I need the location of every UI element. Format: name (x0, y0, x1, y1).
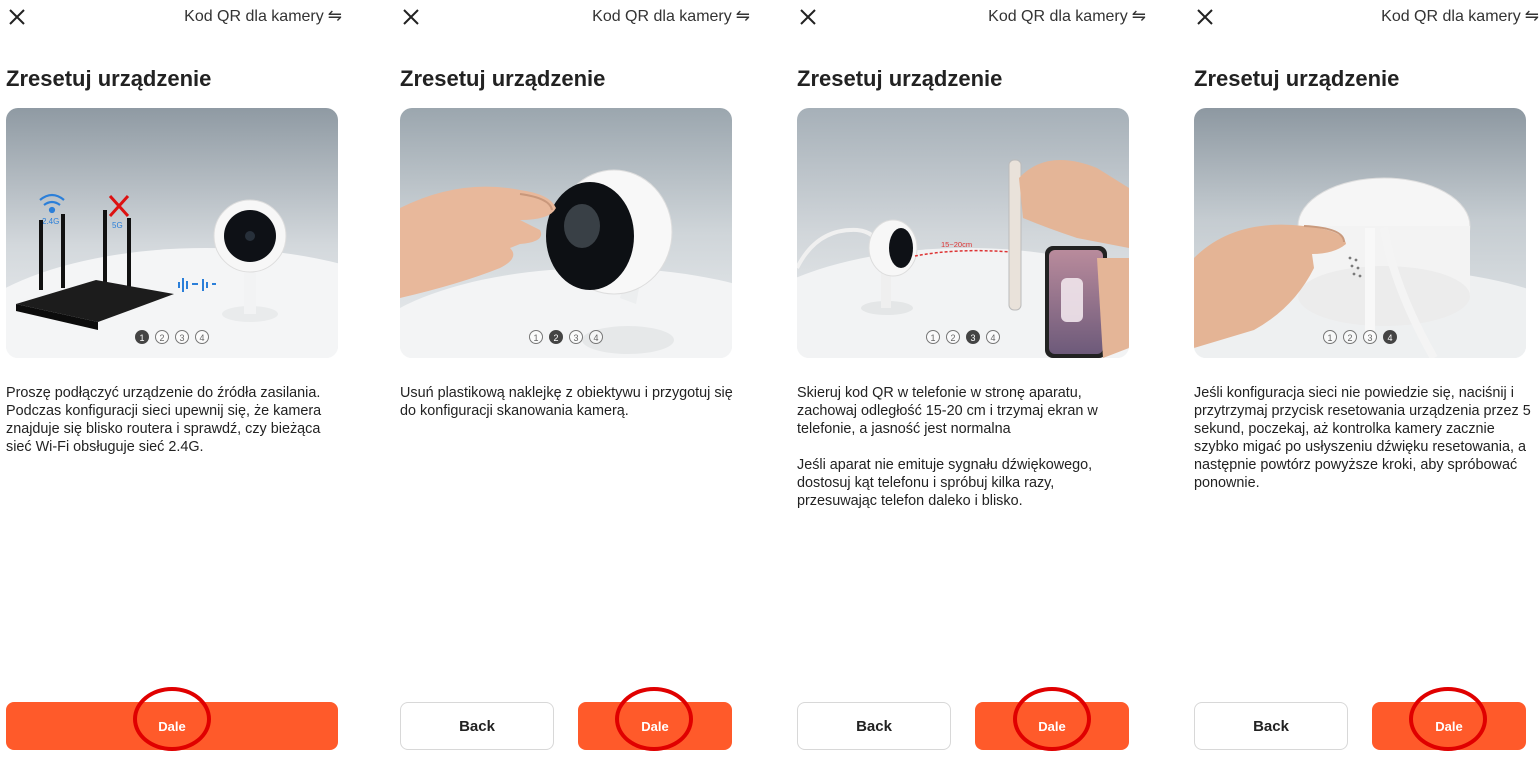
step-illustration-reset-button: 1234 (1194, 108, 1526, 358)
close-icon[interactable] (1194, 6, 1216, 28)
step-dot-1: 1 (529, 330, 543, 344)
swap-arrows-icon: ⇋ (327, 6, 342, 25)
instruction-panel-2: Kod QR dla kamery ⇋ Zresetuj urządzenie 1… (394, 0, 750, 760)
top-bar: Kod QR dla kamery ⇋ (394, 0, 750, 34)
step-dot-2: 2 (155, 330, 169, 344)
step-dot-4: 4 (986, 330, 1000, 344)
page-title: Zresetuj urządzenie (797, 66, 1003, 91)
qr-code-link-label[interactable]: Kod QR dla kamery (592, 8, 732, 25)
next-button[interactable]: Dale (975, 702, 1129, 750)
back-button[interactable]: Back (1194, 702, 1348, 750)
instruction-text: Proszę podłączyć urządzenie do źródła za… (6, 384, 346, 474)
top-bar: Kod QR dla kamery ⇋ (791, 0, 1146, 34)
wifi-5g-label: 5G (112, 221, 123, 230)
instruction-paragraph: Skieruj kod QR w telefonie w stronę apar… (797, 385, 1098, 437)
qr-code-link[interactable]: Kod QR dla kamery ⇋ (1381, 6, 1539, 26)
close-icon[interactable] (400, 6, 422, 28)
instruction-text: Usuń plastikową naklejkę z obiektywu i p… (400, 384, 740, 438)
instruction-panel-3: Kod QR dla kamery ⇋ Zresetuj urządzenie 1… (791, 0, 1146, 760)
instruction-panel-1: Kod QR dla kamery ⇋ Zresetuj urządzenie 2… (0, 0, 350, 760)
next-button[interactable]: Dale (6, 702, 338, 750)
step-dot-3: 3 (569, 330, 583, 344)
step-indicator: 1234 (6, 328, 338, 346)
qr-code-link[interactable]: Kod QR dla kamery ⇋ (184, 6, 342, 26)
swap-arrows-icon: ⇋ (1131, 6, 1146, 25)
step-dot-3: 3 (175, 330, 189, 344)
top-bar: Kod QR dla kamery ⇋ (0, 0, 350, 34)
step-dot-2: 2 (946, 330, 960, 344)
step-dot-4: 4 (195, 330, 209, 344)
qr-code-link[interactable]: Kod QR dla kamery ⇋ (988, 6, 1146, 26)
page-title: Zresetuj urządzenie (1194, 66, 1400, 91)
step-indicator: 1234 (1194, 328, 1526, 346)
step-dot-1: 1 (135, 330, 149, 344)
wifi-2-4g-label: 2.4G (42, 217, 59, 226)
step-dot-1: 1 (926, 330, 940, 344)
next-button[interactable]: Dale (578, 702, 732, 750)
close-icon[interactable] (6, 6, 28, 28)
next-button[interactable]: Dale (1372, 702, 1526, 750)
instruction-text: Jeśli konfiguracja sieci nie powiedzie s… (1194, 384, 1534, 510)
instruction-text: Skieruj kod QR w telefonie w stronę apar… (797, 384, 1137, 528)
instruction-paragraph: Jeśli konfiguracja sieci nie powiedzie s… (1194, 385, 1531, 491)
instruction-paragraph: Usuń plastikową naklejkę z obiektywu i p… (400, 385, 733, 419)
instruction-paragraph: Jeśli aparat nie emituje sygnału dźwięko… (797, 457, 1093, 509)
step-dot-3: 3 (966, 330, 980, 344)
qr-code-link-label[interactable]: Kod QR dla kamery (1381, 8, 1521, 25)
step-illustration-scan-qr: 15~20cm 1234 (797, 108, 1129, 358)
instruction-paragraph: Proszę podłączyć urządzenie do źródła za… (6, 385, 322, 455)
step-dot-2: 2 (549, 330, 563, 344)
step-indicator: 1234 (797, 328, 1129, 346)
step-indicator: 1234 (400, 328, 732, 346)
qr-code-link-label[interactable]: Kod QR dla kamery (988, 8, 1128, 25)
swap-arrows-icon: ⇋ (1524, 6, 1539, 25)
step-dot-1: 1 (1323, 330, 1337, 344)
qr-code-link[interactable]: Kod QR dla kamery ⇋ (592, 6, 750, 26)
instruction-panel-4: Kod QR dla kamery⇋ Zresetuj urządzenie (1188, 0, 1539, 760)
step-dot-4: 4 (589, 330, 603, 344)
back-button[interactable]: Back (400, 702, 554, 750)
step-dot-2: 2 (1343, 330, 1357, 344)
back-button[interactable]: Back (797, 702, 951, 750)
distance-label: 15~20cm (941, 240, 972, 249)
swap-arrows-icon: ⇋ (735, 6, 750, 25)
step-illustration-router-camera: 2.4G 5G 1234 (6, 108, 338, 358)
page-title: Zresetuj urządzenie (400, 66, 606, 91)
step-dot-4: 4 (1383, 330, 1397, 344)
step-dot-3: 3 (1363, 330, 1377, 344)
top-bar: Kod QR dla kamery ⇋ (1188, 0, 1539, 34)
close-icon[interactable] (797, 6, 819, 28)
step-illustration-remove-sticker: 1234 (400, 108, 732, 358)
qr-code-link-label[interactable]: Kod QR dla kamery (184, 8, 324, 25)
page-title: Zresetuj urządzenie (6, 66, 212, 91)
